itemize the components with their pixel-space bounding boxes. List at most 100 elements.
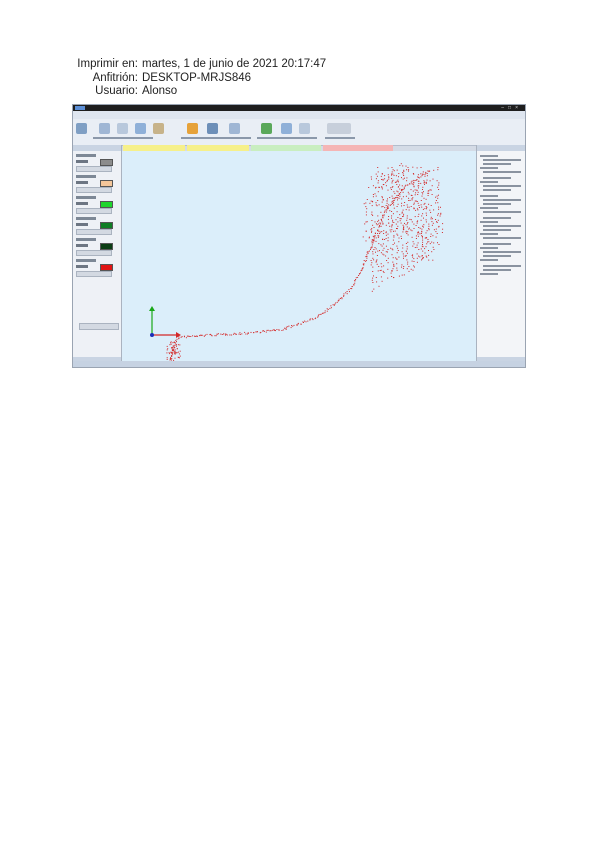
trace-point: [265, 331, 267, 333]
color-swatch[interactable]: [100, 159, 113, 166]
trace-point: [407, 263, 409, 265]
color-swatch[interactable]: [100, 201, 113, 208]
trace-point: [392, 257, 394, 259]
trace-point: [391, 203, 393, 204]
trace-point: [380, 269, 382, 271]
trace-point: [401, 212, 403, 214]
trace-point: [424, 202, 426, 204]
trace-point: [171, 358, 173, 360]
trace-point: [380, 225, 382, 227]
trace-point: [385, 234, 387, 236]
trace-point: [346, 291, 348, 292]
trace-point: [420, 200, 422, 201]
trace-point: [430, 216, 432, 218]
trace-point: [387, 218, 389, 220]
trace-point: [413, 185, 415, 187]
trace-point: [384, 207, 386, 209]
trace-point: [387, 174, 389, 176]
trace-point: [381, 187, 383, 189]
trace-point: [253, 332, 255, 334]
user-row: Usuario: Alonso: [72, 85, 326, 99]
trace-point: [203, 335, 205, 337]
trace-point: [375, 186, 377, 188]
trace-point: [370, 229, 372, 231]
trace-point: [421, 206, 423, 208]
trace-point: [398, 186, 399, 188]
trace-point: [371, 231, 372, 233]
trace-point: [435, 236, 437, 238]
trace-point: [320, 313, 322, 315]
color-swatch[interactable]: [100, 222, 113, 229]
trace-point: [407, 222, 409, 223]
status-bar: [73, 361, 525, 367]
trace-point: [407, 231, 409, 233]
trace-point: [238, 333, 240, 335]
trace-point: [418, 207, 420, 208]
trace-point: [387, 179, 388, 181]
trace-point: [392, 261, 394, 263]
trace-point: [438, 206, 440, 208]
trace-point: [317, 315, 319, 317]
trace-point: [402, 209, 404, 211]
trace-point: [437, 242, 438, 244]
trace-point: [176, 348, 178, 350]
print-value: martes, 1 de junio de 2021 20:17:47: [142, 58, 327, 70]
trace-point: [394, 192, 396, 194]
trace-point: [377, 200, 379, 201]
trace-point: [390, 187, 392, 189]
trace-point: [413, 179, 415, 181]
trace-point: [421, 255, 423, 256]
trace-point: [377, 180, 379, 182]
trace-point: [408, 169, 410, 171]
trace-point: [172, 348, 174, 350]
trace-point: [392, 219, 394, 221]
trace-point: [368, 236, 370, 238]
trace-point: [418, 177, 420, 179]
trace-point: [370, 260, 372, 261]
map-canvas[interactable]: [122, 151, 478, 363]
trace-point: [178, 357, 180, 359]
trace-point: [412, 245, 414, 247]
trace-point: [407, 234, 409, 236]
trace-point: [426, 206, 428, 208]
trace-point: [381, 186, 383, 188]
trace-point: [428, 241, 430, 243]
trace-point: [383, 184, 385, 185]
color-swatch[interactable]: [100, 264, 113, 271]
trace-point: [403, 274, 405, 276]
trace-point: [400, 235, 402, 237]
trace-point: [422, 241, 424, 243]
trace-point: [267, 329, 269, 331]
trace-point: [171, 348, 173, 350]
trace-point: [380, 211, 382, 213]
trace-point: [402, 253, 404, 255]
property-row: [483, 255, 511, 257]
trace-point: [384, 178, 386, 180]
color-swatch[interactable]: [100, 243, 113, 250]
trace-point: [412, 241, 414, 243]
trace-point: [281, 330, 283, 331]
trace-point: [241, 333, 243, 335]
trace-point: [383, 211, 385, 213]
trace-point: [375, 277, 377, 278]
apply-button[interactable]: [79, 323, 119, 330]
trace-point: [413, 223, 415, 225]
trace-point: [416, 246, 418, 248]
trace-point: [406, 233, 408, 234]
color-swatch[interactable]: [100, 180, 113, 187]
trace-point: [395, 219, 397, 221]
trace-point: [405, 250, 407, 252]
trace-point: [394, 181, 396, 183]
trace-point: [372, 271, 374, 272]
trace-point: [190, 336, 192, 337]
trace-point: [418, 227, 420, 228]
trace-point: [374, 247, 376, 248]
ribbon-button-icon: [135, 123, 146, 134]
trace-point: [371, 290, 373, 292]
trace-point: [424, 208, 426, 210]
trace-point: [435, 202, 437, 204]
trace-point: [402, 224, 404, 226]
trace-point: [397, 247, 399, 249]
trace-point: [170, 341, 172, 343]
trace-point: [169, 344, 171, 346]
